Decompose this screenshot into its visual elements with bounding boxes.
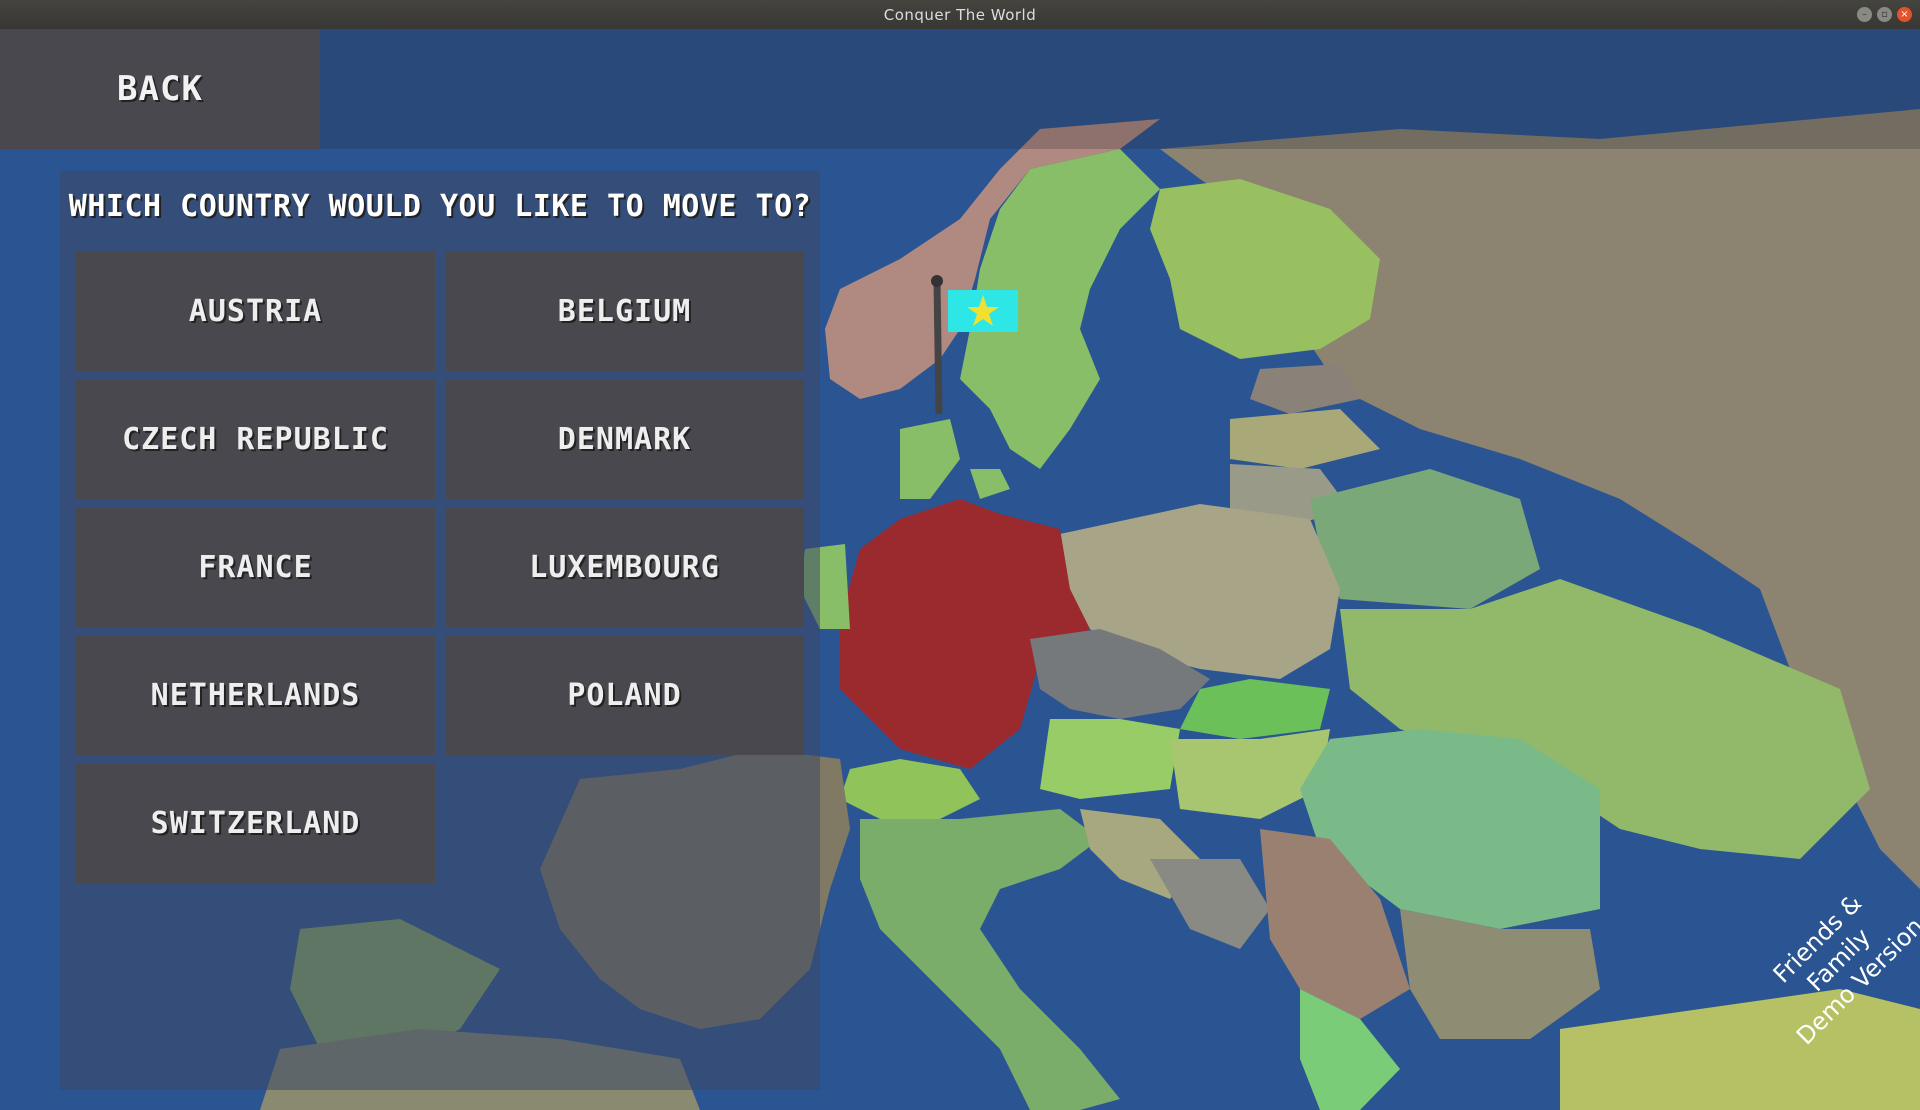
- country-button-czech-republic[interactable]: CZECH REPUBLIC: [76, 379, 435, 499]
- country-button-poland[interactable]: POLAND: [445, 635, 804, 755]
- minimize-icon[interactable]: –: [1857, 7, 1872, 22]
- dialog-question: WHICH COUNTRY WOULD YOU LIKE TO MOVE TO?: [68, 189, 812, 224]
- close-icon[interactable]: ×: [1897, 7, 1912, 22]
- window-titlebar: Conquer The World – ▫ ×: [0, 0, 1920, 29]
- country-button-austria[interactable]: AUSTRIA: [76, 251, 435, 371]
- country-button-netherlands[interactable]: NETHERLANDS: [76, 635, 435, 755]
- move-dialog: WHICH COUNTRY WOULD YOU LIKE TO MOVE TO?…: [60, 171, 820, 1090]
- country-button-switzerland[interactable]: SWITZERLAND: [76, 763, 435, 883]
- country-button-france[interactable]: FRANCE: [76, 507, 435, 627]
- flag-pole-top: [931, 275, 943, 287]
- maximize-icon[interactable]: ▫: [1877, 7, 1892, 22]
- flag-pole: [933, 280, 943, 415]
- country-austria[interactable]: [1040, 719, 1180, 799]
- back-button[interactable]: BACK: [0, 29, 320, 149]
- country-button-luxembourg[interactable]: LUXEMBOURG: [445, 507, 804, 627]
- country-button-denmark[interactable]: DENMARK: [445, 379, 804, 499]
- country-button-belgium[interactable]: BELGIUM: [445, 251, 804, 371]
- window-title: Conquer The World: [883, 6, 1037, 24]
